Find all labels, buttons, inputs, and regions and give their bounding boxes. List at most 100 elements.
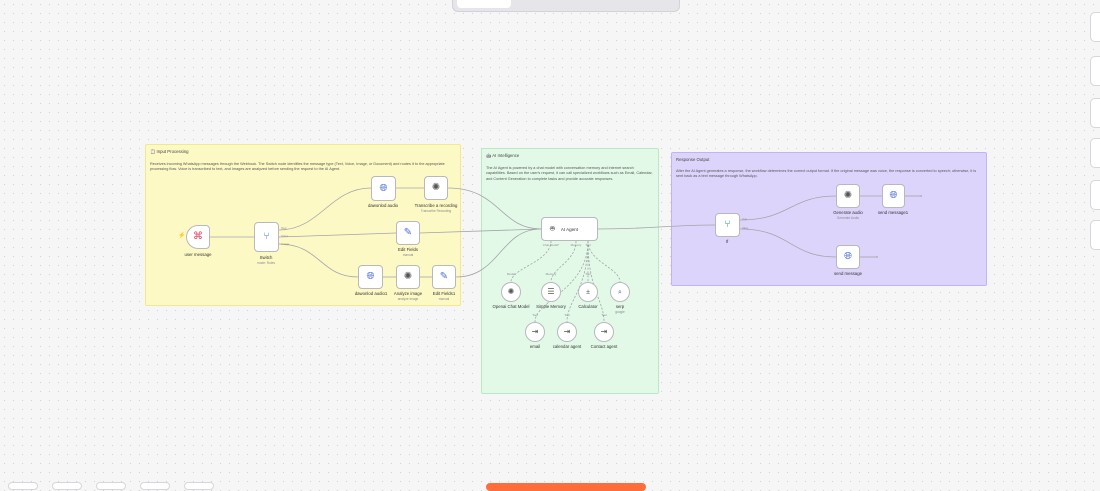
agent-port-label: Memory: [570, 243, 582, 247]
node-download-audio[interactable]: 🌐︎: [371, 176, 396, 201]
active-tab[interactable]: [457, 0, 511, 8]
sticky-title: 🤖 AI Intelligence: [486, 153, 520, 158]
node-serp[interactable]: ⌕: [610, 282, 630, 302]
sub-port-label: Memory: [545, 272, 557, 276]
node-simple-memory[interactable]: ☰: [541, 282, 561, 302]
node-edit-fields1[interactable]: ✎: [432, 265, 456, 289]
node-label: Contact agent: [590, 344, 618, 349]
sub-port-label: Tool: [585, 272, 591, 276]
node-label: dawonlod audio1: [354, 291, 388, 296]
node-email[interactable]: ⇥: [525, 322, 545, 342]
calculator-icon: ±: [586, 288, 590, 296]
trigger-bolt-icon: ⚡: [178, 233, 186, 239]
node-subtitle: Transcribe Recording: [420, 209, 452, 213]
node-analyze-image[interactable]: ✺: [396, 265, 420, 289]
webhook-icon: ⌘: [193, 231, 203, 242]
node-label: Edit Fields1: [432, 291, 456, 296]
openai-icon: ✺: [843, 190, 853, 201]
agent-port-label: Tool: [585, 243, 591, 247]
node-contact-agent[interactable]: ⇥: [594, 322, 614, 342]
node-edit-fields[interactable]: ✎: [396, 221, 420, 245]
node-label: Transcribe a recording: [414, 203, 458, 208]
bottom-control[interactable]: [8, 482, 38, 490]
bottom-control[interactable]: [96, 482, 126, 490]
globe-icon: 🌐︎: [844, 251, 852, 262]
node-label: dawonlod audio: [367, 203, 399, 208]
sticky-title: Response Output: [676, 157, 710, 162]
pencil-icon: ✎: [439, 271, 449, 282]
node-if[interactable]: ⑂: [715, 213, 740, 237]
openai-icon: ✺: [403, 271, 413, 282]
execute-workflow-button[interactable]: [486, 483, 646, 491]
agent-port-label: Chat Model*: [542, 243, 560, 247]
canvas-top-tabs[interactable]: [452, 0, 680, 12]
openai-icon: ✺: [507, 287, 515, 296]
subworkflow-icon: ⇥: [531, 327, 539, 336]
node-label: Calculator: [578, 304, 598, 309]
node-user-message[interactable]: ⌘: [186, 225, 210, 249]
bottom-control[interactable]: [52, 482, 82, 490]
sticky-body: After the AI Agent generates a response,…: [676, 169, 977, 179]
sticky-button[interactable]: [1090, 220, 1100, 250]
sticky-body: Receives incoming WhatsApp messages thro…: [150, 162, 445, 172]
node-label: Simple Memory: [536, 304, 566, 309]
node-label: Analyze image: [393, 291, 423, 296]
sub-port-label: Tool: [532, 313, 538, 317]
node-calendar-agent[interactable]: ⇥: [557, 322, 577, 342]
node-ai-agent[interactable]: 🤖︎ AI Agent: [541, 217, 598, 241]
node-label: Edit Fields: [397, 247, 419, 252]
node-label: calendar agent: [552, 344, 582, 349]
serp-icon: ⌕: [618, 288, 622, 296]
switch-output-label: Voice: [281, 234, 289, 238]
node-download-audio1[interactable]: 🌐︎: [358, 265, 383, 289]
node-label: If: [725, 239, 729, 244]
database-icon: ☰: [547, 287, 555, 296]
node-label: user message: [184, 252, 212, 257]
switch-icon: ⑂: [263, 231, 270, 242]
node-label: send message1: [877, 210, 909, 215]
node-subtitle: analyze image: [397, 297, 419, 301]
bottom-control[interactable]: [140, 482, 170, 490]
node-label: AI Agent: [560, 226, 578, 232]
robot-icon: 🤖︎: [550, 224, 555, 233]
if-icon: ⑂: [724, 219, 731, 230]
node-calculator[interactable]: ±: [578, 282, 598, 302]
zoom-out-button[interactable]: [1090, 56, 1100, 86]
sticky-ai-intelligence[interactable]: 🤖 AI Intelligence The AI Agent is powere…: [481, 148, 659, 394]
node-switch[interactable]: ⑂: [254, 222, 279, 252]
node-label: Switch: [259, 255, 273, 260]
switch-output-label: Image: [281, 242, 290, 246]
if-output-label: true: [742, 217, 748, 221]
node-subtitle: google: [615, 310, 625, 314]
reset-zoom-button[interactable]: [1090, 138, 1100, 168]
sticky-body: The AI Agent is powered by a chat model …: [486, 166, 653, 181]
globe-icon: 🌐︎: [366, 271, 375, 282]
node-openai-chat-model[interactable]: ✺: [501, 282, 521, 302]
node-generate-audio[interactable]: ✺: [836, 184, 860, 208]
globe-icon: 🌐︎: [379, 182, 388, 194]
sub-port-label: Tool: [564, 313, 570, 317]
subworkflow-icon: ⇥: [563, 327, 571, 336]
openai-icon: ✺: [431, 182, 441, 193]
sub-port-label: Tool: [601, 313, 607, 317]
sub-port-label: Model: [506, 272, 516, 276]
node-label: serp: [615, 304, 625, 309]
bottom-control[interactable]: [184, 482, 214, 490]
fit-view-button[interactable]: [1090, 98, 1100, 128]
if-output-label: false: [742, 226, 749, 230]
node-label: email: [529, 344, 541, 349]
node-subtitle: Generate Audio: [836, 216, 860, 220]
tidy-up-button[interactable]: [1090, 180, 1100, 210]
node-label: Openai Chat Model: [492, 304, 530, 309]
node-subtitle: manual: [438, 297, 450, 301]
subworkflow-icon: ⇥: [600, 327, 608, 336]
switch-output-label: Text: [281, 226, 287, 230]
node-send-message1[interactable]: 🌐︎: [882, 184, 905, 208]
sticky-title: 📋 Input Processing: [150, 149, 189, 154]
node-subtitle: manual: [402, 253, 414, 257]
node-send-message[interactable]: 🌐︎: [836, 245, 860, 269]
node-subtitle: mode: Rules: [257, 261, 275, 265]
node-label: send message: [834, 271, 862, 276]
zoom-in-button[interactable]: [1090, 12, 1100, 42]
node-transcribe-recording[interactable]: ✺: [424, 176, 448, 200]
